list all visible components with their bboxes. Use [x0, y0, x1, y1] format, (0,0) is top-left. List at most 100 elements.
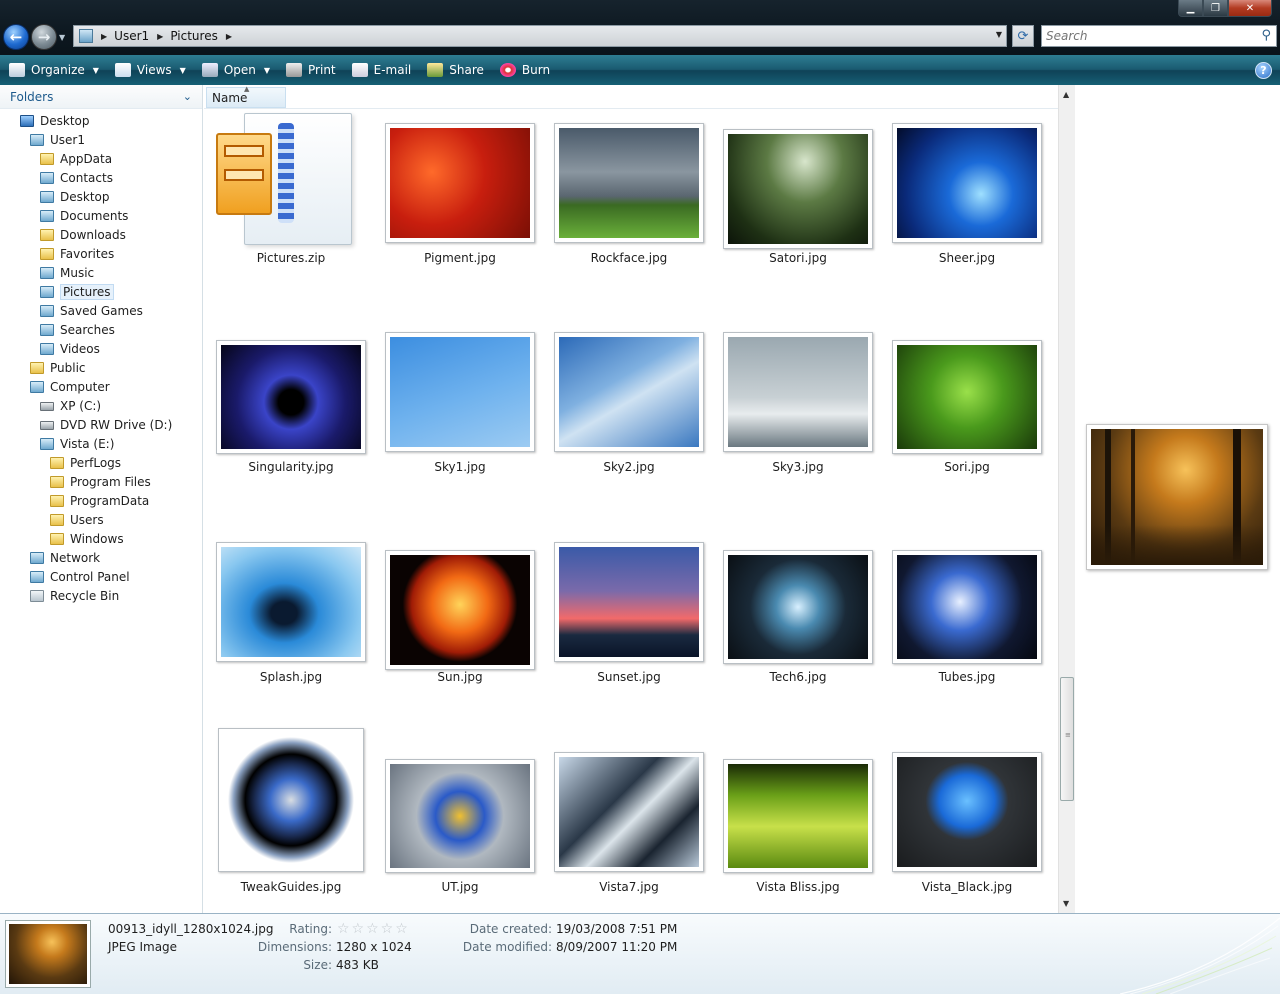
- breadcrumb-separator[interactable]: ▶: [101, 32, 107, 41]
- tree-item-recycle-bin[interactable]: Recycle Bin: [30, 587, 119, 605]
- file-item[interactable]: Sky3.jpg: [713, 318, 883, 518]
- email-icon: [351, 63, 368, 77]
- image-thumbnail: [892, 752, 1042, 872]
- pictures-icon: [40, 286, 54, 298]
- file-item[interactable]: Rockface.jpg: [544, 109, 714, 309]
- file-item[interactable]: Sun.jpg: [375, 528, 545, 728]
- email-button[interactable]: E-mail: [349, 59, 415, 81]
- tree-item-downloads[interactable]: Downloads: [40, 226, 126, 244]
- file-item[interactable]: Singularity.jpg: [206, 318, 376, 518]
- preview-image: [1086, 424, 1268, 570]
- burn-button[interactable]: Burn: [497, 59, 553, 81]
- tree-item-programdata[interactable]: ProgramData: [50, 492, 149, 510]
- tree-item-users[interactable]: Users: [50, 511, 104, 529]
- views-button[interactable]: Views ▼: [112, 59, 189, 81]
- help-icon[interactable]: ?: [1255, 62, 1272, 79]
- tree-item-label: Desktop: [60, 190, 110, 204]
- breadcrumb-pictures[interactable]: Pictures: [170, 29, 218, 43]
- breadcrumb-separator[interactable]: ▶: [157, 32, 163, 41]
- file-name-label: UT.jpg: [441, 880, 479, 894]
- tree-item-favorites[interactable]: Favorites: [40, 245, 114, 263]
- refresh-button[interactable]: ⟳: [1012, 25, 1034, 47]
- file-item[interactable]: Sheer.jpg: [882, 109, 1052, 309]
- back-button[interactable]: ←: [3, 24, 29, 50]
- file-item[interactable]: Vista Bliss.jpg: [713, 738, 883, 938]
- tree-item-windows[interactable]: Windows: [50, 530, 124, 548]
- tree-item-vista-e[interactable]: Vista (E:): [40, 435, 114, 453]
- drive-icon: [40, 401, 54, 411]
- open-button[interactable]: Open ▼: [199, 59, 273, 81]
- tree-item-desktop[interactable]: Desktop: [40, 188, 110, 206]
- file-item[interactable]: Sunset.jpg: [544, 528, 714, 728]
- scroll-up-arrow[interactable]: ▲: [1063, 90, 1069, 99]
- tree-item-network[interactable]: Network: [30, 549, 100, 567]
- image-thumbnail: [554, 542, 704, 662]
- search-input[interactable]: [1042, 26, 1242, 46]
- tree-item-documents[interactable]: Documents: [40, 207, 128, 225]
- folder-icon: [50, 495, 64, 507]
- tree-item-xp-c[interactable]: XP (C:): [40, 397, 101, 415]
- file-name-label: Vista_Black.jpg: [921, 880, 1013, 894]
- file-item[interactable]: Pigment.jpg: [375, 109, 545, 309]
- search-icon[interactable]: ⚲: [1261, 28, 1271, 43]
- file-item[interactable]: Splash.jpg: [206, 528, 376, 728]
- tree-item-pictures[interactable]: Pictures: [40, 283, 114, 301]
- tree-item-public[interactable]: Public: [30, 359, 86, 377]
- file-name-label: Pictures.zip: [256, 251, 326, 265]
- tree-item-user1[interactable]: User1: [30, 131, 85, 149]
- file-item[interactable]: Vista_Black.jpg: [882, 738, 1052, 938]
- tree-item-dvd-rw-drive-d[interactable]: DVD RW Drive (D:): [40, 416, 172, 434]
- tree-item-contacts[interactable]: Contacts: [40, 169, 113, 187]
- tree-item-computer[interactable]: Computer: [30, 378, 110, 396]
- folder-icon: [50, 476, 64, 488]
- address-history-dropdown[interactable]: ▼: [996, 30, 1002, 39]
- file-item[interactable]: UT.jpg: [375, 738, 545, 938]
- file-name-label: Sun.jpg: [437, 670, 483, 684]
- tree-item-desktop[interactable]: Desktop: [20, 112, 90, 130]
- share-button[interactable]: Share: [424, 59, 487, 81]
- details-thumbnail: [5, 920, 91, 988]
- tree-item-label: Contacts: [60, 171, 113, 185]
- recent-pages-dropdown[interactable]: ▼: [59, 33, 65, 42]
- minimize-button[interactable]: ▁: [1178, 0, 1203, 17]
- address-bar[interactable]: ▶ User1 ▶ Pictures ▶ ▼: [73, 25, 1007, 47]
- organize-button[interactable]: Organize ▼: [6, 59, 102, 81]
- tree-item-label: AppData: [60, 152, 113, 166]
- tree-item-program-files[interactable]: Program Files: [50, 473, 151, 491]
- file-item[interactable]: Vista7.jpg: [544, 738, 714, 938]
- file-item[interactable]: TweakGuides.jpg: [206, 728, 376, 938]
- tree-item-label: Recycle Bin: [50, 589, 120, 603]
- file-item[interactable]: Pictures.zip: [206, 109, 376, 309]
- tree-item-saved-games[interactable]: Saved Games: [40, 302, 143, 320]
- rating-stars[interactable]: ☆☆☆☆☆: [337, 921, 410, 937]
- rating-label: Rating:: [289, 922, 332, 936]
- scrollbar-thumb[interactable]: ≡: [1060, 677, 1074, 801]
- chevron-down-icon[interactable]: ⌄: [183, 90, 192, 103]
- breadcrumb-user1[interactable]: User1: [114, 29, 149, 43]
- date-created-label: Date created:: [469, 922, 552, 936]
- tree-item-control-panel[interactable]: Control Panel: [30, 568, 130, 586]
- tree-item-music[interactable]: Music: [40, 264, 94, 282]
- maximize-button[interactable]: ❐: [1203, 0, 1228, 17]
- scroll-down-arrow[interactable]: ▼: [1063, 899, 1069, 908]
- close-button[interactable]: ✕: [1228, 0, 1272, 17]
- tree-item-videos[interactable]: Videos: [40, 340, 100, 358]
- tree-item-perflogs[interactable]: PerfLogs: [50, 454, 121, 472]
- name-column-header[interactable]: ▲ Name: [206, 85, 286, 108]
- file-item[interactable]: Sori.jpg: [882, 318, 1052, 518]
- file-name-label: Pigment.jpg: [424, 251, 496, 265]
- file-item[interactable]: Sky2.jpg: [544, 318, 714, 518]
- tree-item-searches[interactable]: Searches: [40, 321, 115, 339]
- file-item[interactable]: Tech6.jpg: [713, 528, 883, 728]
- folders-header[interactable]: Folders ⌄: [0, 85, 202, 109]
- vertical-scrollbar[interactable]: ▲ ≡ ▼: [1058, 85, 1075, 913]
- desktop-icon: [20, 115, 34, 127]
- search-box[interactable]: ⚲: [1041, 25, 1277, 47]
- file-item[interactable]: Sky1.jpg: [375, 318, 545, 518]
- print-button[interactable]: Print: [283, 59, 339, 81]
- tree-item-appdata[interactable]: AppData: [40, 150, 112, 168]
- forward-button[interactable]: →: [31, 24, 57, 50]
- file-item[interactable]: Tubes.jpg: [882, 528, 1052, 728]
- breadcrumb-separator[interactable]: ▶: [226, 32, 232, 41]
- file-item[interactable]: Satori.jpg: [713, 109, 883, 309]
